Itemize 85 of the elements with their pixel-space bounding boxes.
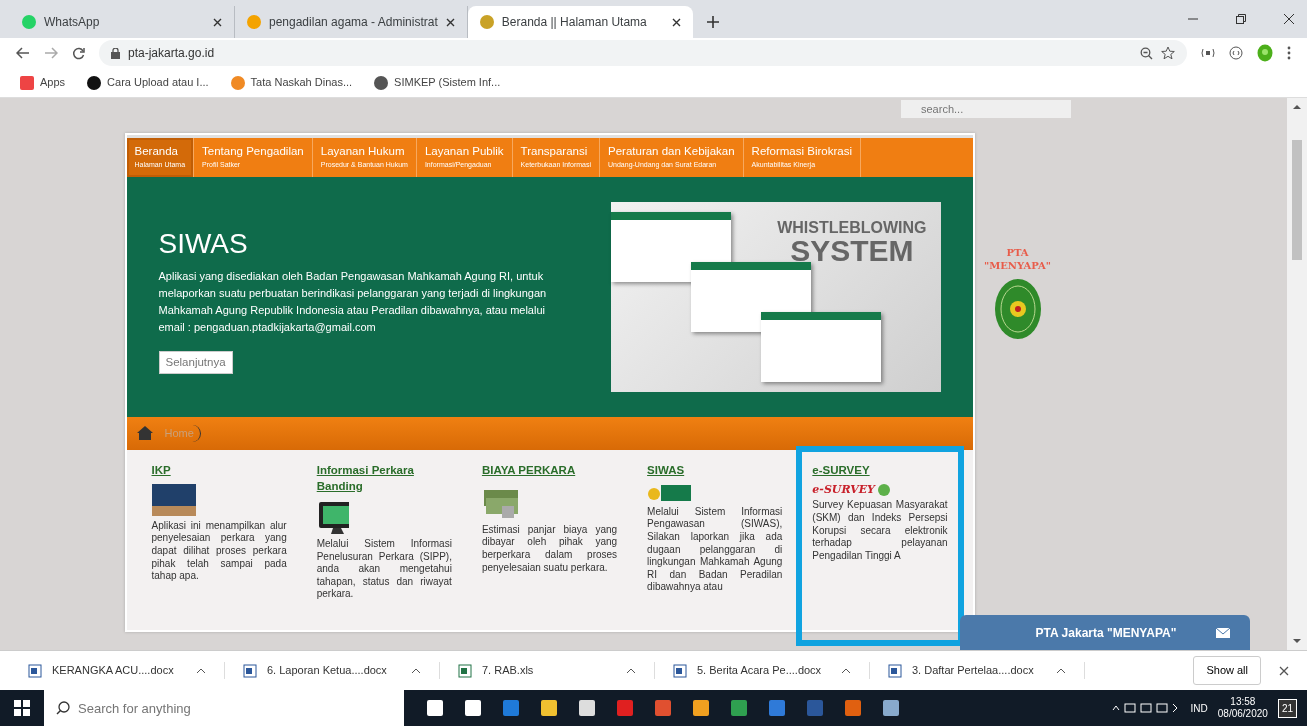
zoom-out-icon[interactable] [1140, 46, 1153, 60]
banner-title: WHISTLEBLOWING SYSTEM [777, 219, 927, 266]
next-button[interactable]: Selanjutnya [158, 350, 233, 374]
search-icon [56, 701, 70, 715]
file-icon [28, 663, 42, 678]
menu-icon[interactable] [1287, 46, 1291, 60]
browser-tab[interactable]: Beranda || Halaman Utama [467, 6, 693, 38]
address-bar[interactable]: pta-jakarta.go.id [99, 40, 1187, 66]
reload-icon[interactable] [72, 46, 85, 60]
show-all-button[interactable]: Show all [1193, 656, 1261, 685]
close-icon[interactable] [445, 17, 455, 27]
app-tile-icon[interactable] [805, 698, 825, 718]
hero-description: Aplikasi yang disediakan oleh Badan Pengawasan Mahkamah Agung RI, untuk melaporkan suatu perbuatan berindikasi pelanggaran yang terjadi di lingkungan Mahkamah Agung Republik Indonesia atau Peradilan dibawahnya, atau melalui email : pengaduan.ptadkijakarta@gmail.com [158, 269, 548, 336]
extension-icon[interactable] [1201, 48, 1215, 58]
file-icon [458, 663, 472, 678]
section-link[interactable]: SIWAS [647, 461, 783, 478]
download-item[interactable]: 5. Berita Acara Pe....docx [655, 662, 870, 679]
close-icon[interactable] [213, 17, 222, 27]
caret-icon[interactable] [626, 667, 636, 674]
notification-count[interactable]: 21 [1277, 698, 1297, 718]
survey-logo: e-SURVEY [812, 483, 875, 497]
download-item[interactable]: 7. RAB.xls [440, 662, 655, 679]
caret-icon[interactable] [411, 667, 421, 674]
lock-icon [111, 47, 120, 59]
app-tile-icon[interactable] [539, 698, 559, 718]
mail-icon [1216, 627, 1230, 638]
download-item[interactable]: 3. Daftar Pertelaa....docx [870, 662, 1085, 679]
section-description: Melalui Sistem Informasi Pengawasan (SIWAS), Silakan laporkan jika ada dugaan pelanggaran di lingkungan Mahkamah Agung RI dan Badan Peradilan dibawahnya atau [647, 505, 783, 594]
app-tile-icon[interactable] [843, 698, 863, 718]
computer-monitor-icon [316, 499, 349, 534]
taskbar-search-field[interactable]: Search for anything [44, 690, 404, 726]
close-icon[interactable] [671, 17, 681, 27]
clock[interactable]: 13:58 08/06/2020 [1217, 696, 1268, 720]
extension-icon[interactable] [1229, 46, 1243, 60]
app-tile-icon[interactable] [881, 698, 901, 718]
scrollbar-thumb[interactable] [1292, 140, 1302, 260]
start-icon[interactable] [14, 700, 30, 716]
app-tile-icon[interactable] [729, 698, 749, 718]
scroll-down-icon[interactable] [1293, 638, 1301, 644]
scroll-up-icon[interactable] [1293, 104, 1301, 110]
star-icon[interactable] [1161, 46, 1175, 60]
bookmark[interactable]: SIMKEP (Sistem Inf... [374, 74, 501, 91]
section-description: Melalui Sistem Informasi Penelusuran Perkara (SIPP), anda akan mengetahui tahapan, status dan riwayat perkara. [316, 537, 452, 601]
siwas-logo [647, 483, 692, 502]
app-tile-icon[interactable] [425, 698, 445, 718]
app-tile-icon[interactable] [501, 698, 521, 718]
hero-title: SIWAS [158, 226, 249, 261]
caret-icon[interactable] [841, 667, 851, 674]
section-description: Estimasi panjar biaya yang dibayar oleh pihak yang berperkara dalam proses penyelesaian suatu perkara. [481, 523, 618, 575]
file-icon [243, 663, 257, 678]
bookmark[interactable]: Cara Upload atau I... [87, 74, 209, 91]
caret-icon[interactable] [1056, 667, 1066, 674]
section-link[interactable]: e-SURVEY [812, 461, 948, 478]
city-photo-placeholder [151, 483, 196, 516]
download-item[interactable]: 6. Laporan Ketua....docx [225, 662, 440, 679]
close-icon[interactable] [1283, 13, 1295, 25]
new-tab-icon[interactable] [706, 16, 719, 28]
app-tile-icon[interactable] [691, 698, 711, 718]
back-arrow-icon[interactable] [16, 47, 30, 59]
close-icon[interactable] [1279, 665, 1289, 676]
chat-button[interactable]: PTA Jakarta "MENYAPA" [960, 615, 1250, 650]
section-link[interactable]: IKP [151, 461, 287, 478]
language-indicator[interactable]: IND [1190, 700, 1208, 716]
download-item[interactable]: KERANGKA ACU....docx [10, 662, 225, 679]
section-description: Survey Kepuasan Masyarakat (SKM) dan Indeks Persepsi Korupsi secara elektronik terhadap pelayanan Pengadilan Tinggi A [812, 499, 948, 563]
profile-avatar-icon[interactable] [1257, 44, 1273, 62]
app-tile-icon[interactable] [653, 698, 673, 718]
bookmark[interactable]: Apps [20, 74, 66, 91]
app-tile-icon[interactable] [767, 698, 787, 718]
side-title: PTA "MENYAPA" [983, 246, 1052, 272]
section-link[interactable]: BIAYA PERKARA [481, 461, 618, 478]
survey-badge-icon [877, 484, 890, 497]
app-tile-icon[interactable] [463, 698, 483, 718]
section-description: Aplikasi ini menampilkan alur penyelesaian perkara yang dapat dilihat proses perkara pihak telah sampai pada tahap apa. [151, 519, 287, 583]
app-tile-icon[interactable] [577, 698, 597, 718]
restore-icon[interactable] [1235, 13, 1247, 25]
caret-icon[interactable] [196, 667, 206, 674]
file-icon [673, 663, 687, 678]
app-tile-icon[interactable] [615, 698, 635, 718]
search-field[interactable]: search... [901, 100, 1071, 118]
bookmark[interactable]: Tata Naskah Dinas... [230, 74, 353, 91]
file-icon [888, 663, 902, 678]
court-emblem-icon [993, 278, 1042, 340]
home-icon[interactable] [136, 426, 153, 441]
section-link[interactable]: Informasi Perkara Banding [316, 461, 452, 494]
